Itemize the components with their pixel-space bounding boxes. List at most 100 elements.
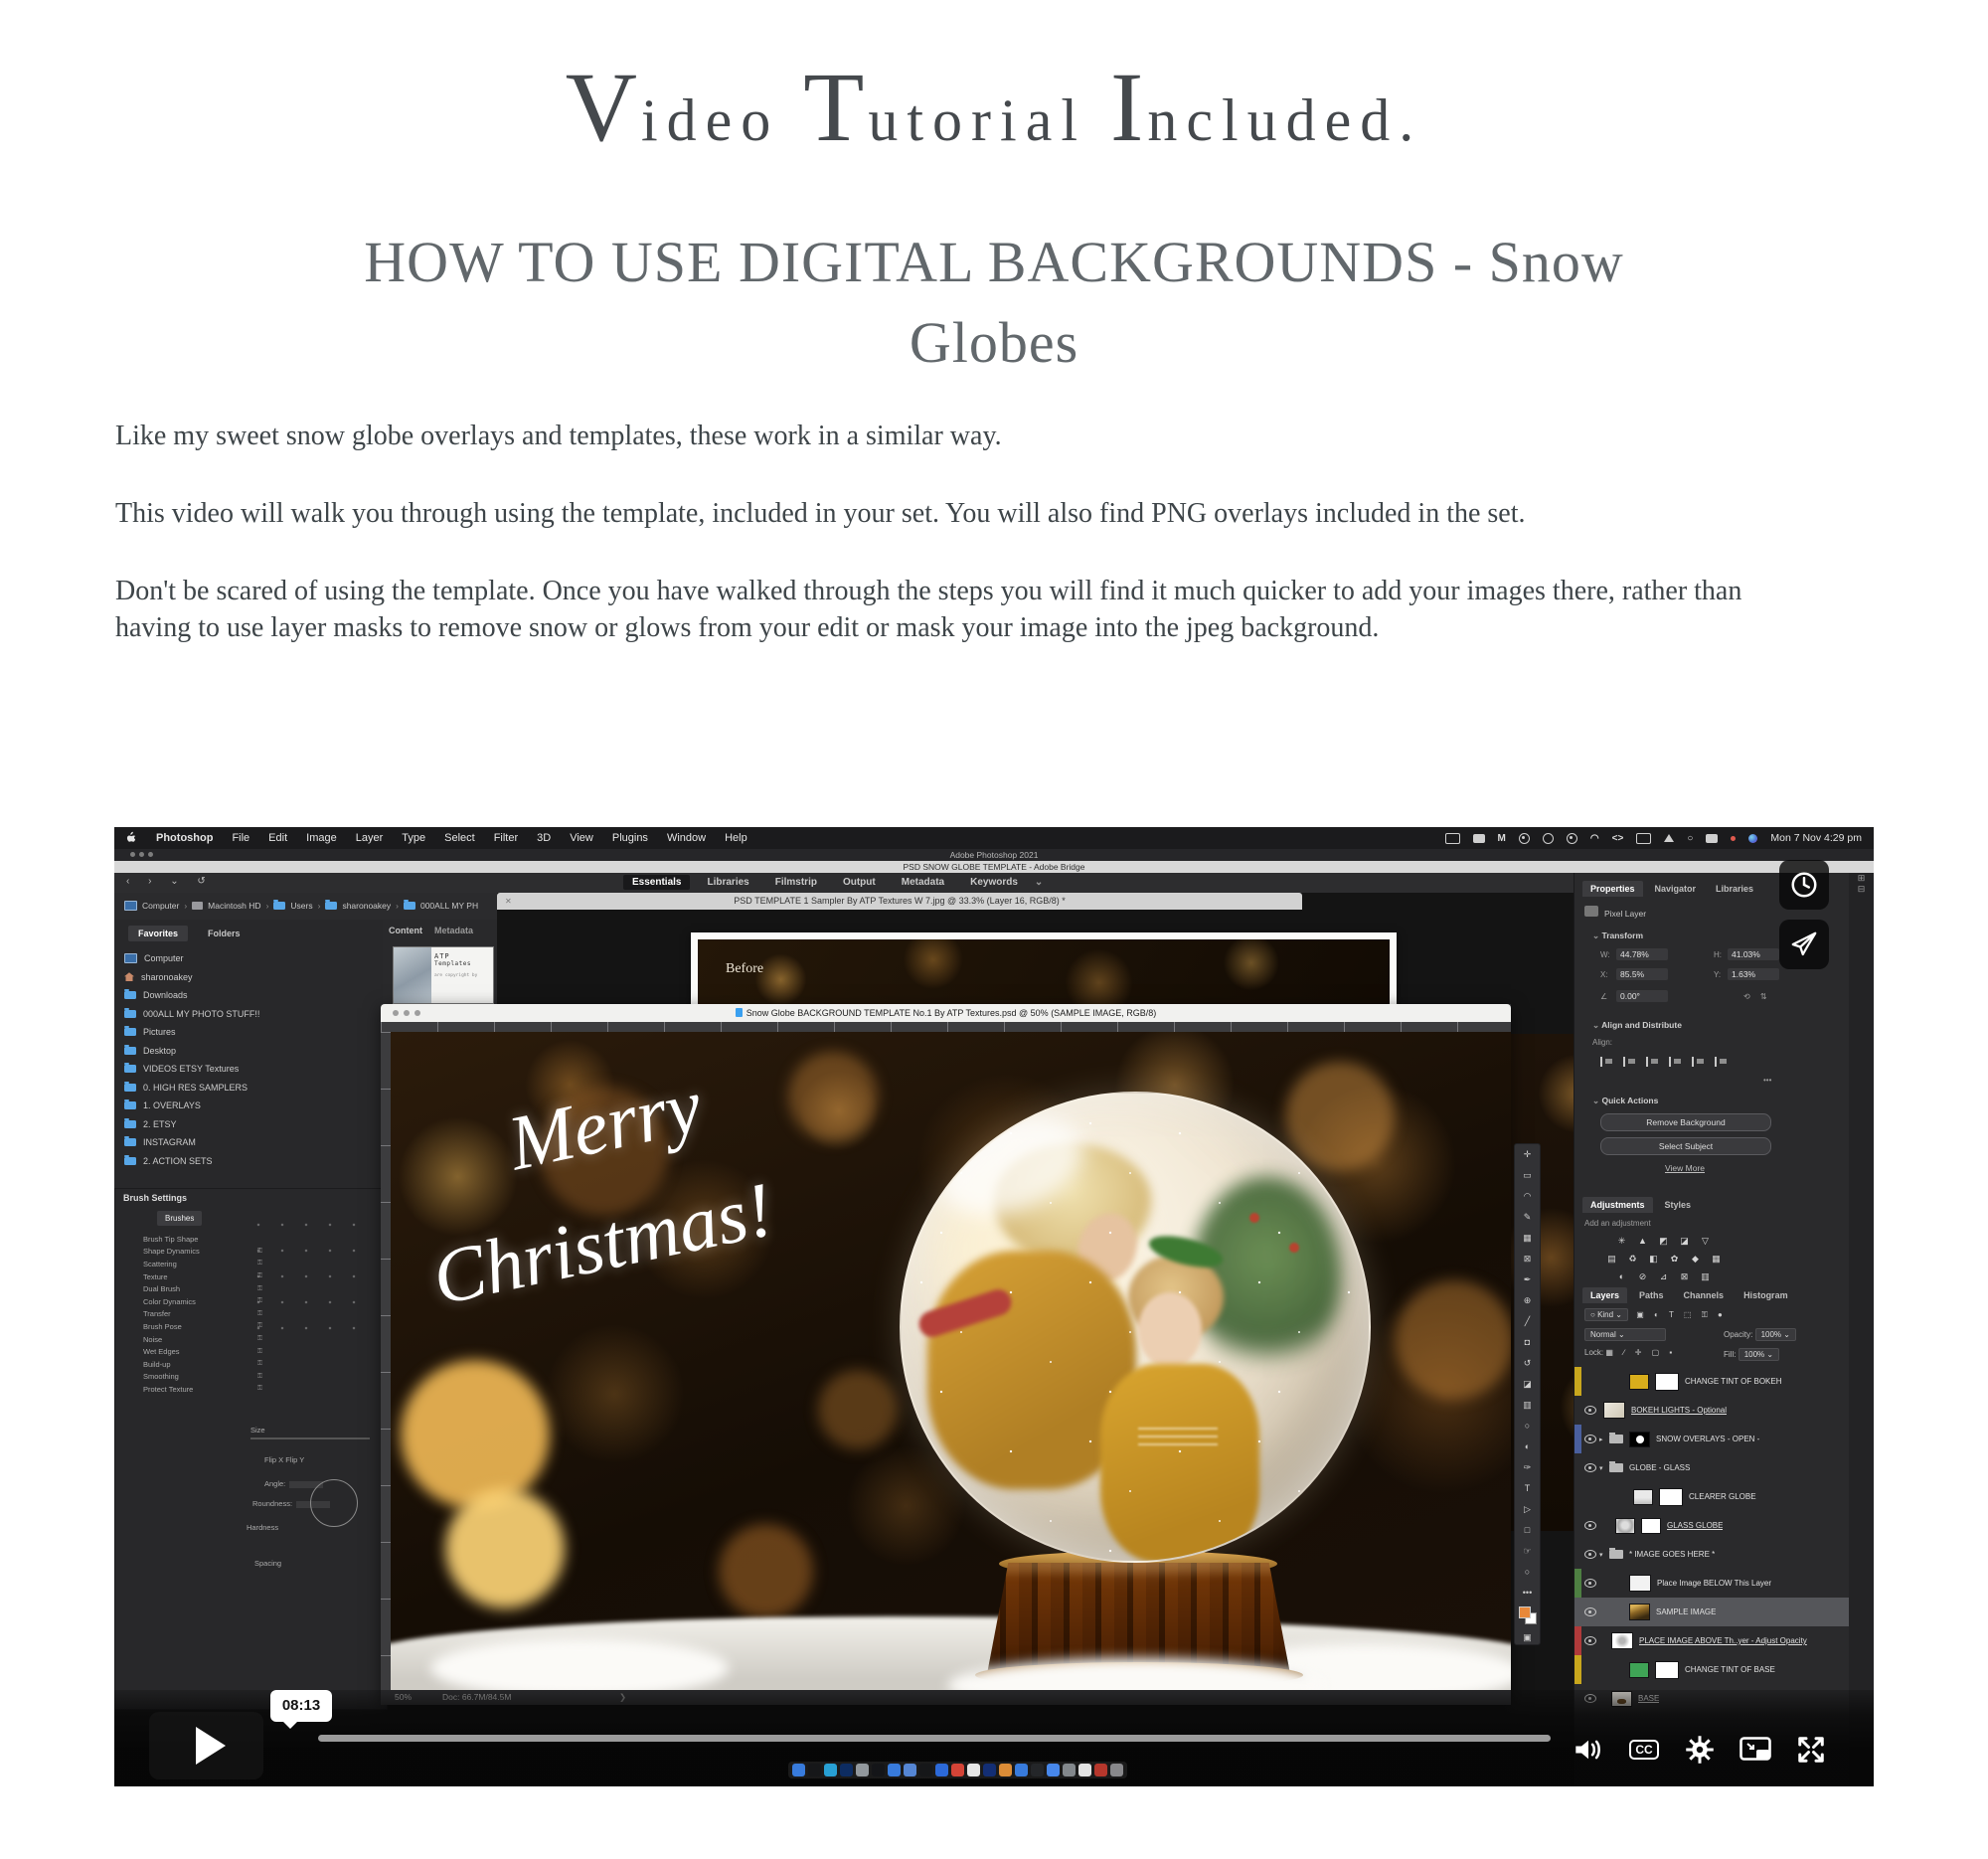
dock-app-icon[interactable]	[856, 1764, 869, 1776]
menu-item[interactable]: Plugins	[612, 832, 648, 844]
layer-row[interactable]: PLACE IMAGE ABOVE Th..yer - Adjust Opaci…	[1574, 1626, 1850, 1655]
visibility-eye-icon[interactable]	[1584, 1579, 1596, 1588]
document-window[interactable]: Snow Globe BACKGROUND TEMPLATE No.1 By A…	[381, 1004, 1511, 1705]
tab-adjustments[interactable]: Adjustments	[1582, 1197, 1653, 1213]
tab-content[interactable]: Content	[389, 926, 422, 935]
share-button[interactable]	[1779, 920, 1829, 969]
visibility-eye-icon[interactable]	[1584, 1435, 1596, 1443]
tab-keywords[interactable]: Keywords	[961, 875, 1027, 890]
visibility-eye-icon[interactable]	[1584, 1521, 1596, 1530]
dock-app-icon[interactable]	[999, 1764, 1012, 1776]
visibility-eye-icon[interactable]	[1584, 1406, 1596, 1415]
before-document-window[interactable]: Before	[691, 932, 1397, 1006]
sidebar-item-desktop[interactable]: Desktop	[124, 1042, 373, 1061]
path-select-tool[interactable]: ▷	[1515, 1499, 1540, 1520]
spotlight-search-icon[interactable]: ○	[1687, 833, 1693, 844]
sidebar-item-instagram[interactable]: INSTAGRAM	[124, 1133, 373, 1152]
visibility-eye-icon[interactable]	[1584, 1463, 1596, 1472]
align-buttons[interactable]	[1600, 1054, 1738, 1072]
user-switch-icon[interactable]	[1706, 834, 1718, 843]
eraser-tool[interactable]: ◪	[1515, 1374, 1540, 1395]
transform-section[interactable]: ⌄ Transform	[1592, 930, 1643, 941]
breadcrumb-item[interactable]: sharonoakey	[342, 901, 391, 911]
fullscreen-button[interactable]	[1790, 1732, 1832, 1768]
menu-item[interactable]: Filter	[494, 832, 518, 844]
sidebar-item-videos[interactable]: VIDEOS ETSY Textures	[124, 1060, 373, 1079]
blur-tool[interactable]: ○	[1515, 1416, 1540, 1436]
menu-item[interactable]: Image	[306, 832, 337, 844]
healing-tool[interactable]: ⊕	[1515, 1290, 1540, 1311]
sidebar-item-overlays[interactable]: 1. OVERLAYS	[124, 1097, 373, 1115]
menubar-clock[interactable]: Mon 7 Nov 4:29 pm	[1770, 832, 1862, 844]
sidebar-item-home[interactable]: sharonoakey	[124, 968, 373, 987]
select-subject-button[interactable]: Select Subject	[1600, 1137, 1771, 1155]
transform-angle[interactable]: 0.00°	[1616, 990, 1668, 1002]
adjustment-icons-row[interactable]: ▤♻◧✿◆▦	[1604, 1249, 1730, 1267]
menu-item[interactable]: Photoshop	[156, 832, 213, 844]
hand-tool[interactable]: ☞	[1515, 1541, 1540, 1562]
tab-libraries[interactable]: Libraries	[698, 875, 757, 890]
marquee-tool[interactable]: ▭	[1515, 1165, 1540, 1186]
layer-row[interactable]: Place Image BELOW This Layer	[1574, 1569, 1850, 1598]
tab-histogram[interactable]: Histogram	[1736, 1287, 1796, 1303]
breadcrumb-item[interactable]: Computer	[142, 901, 179, 911]
view-more-link[interactable]: View More	[1574, 1163, 1795, 1173]
gmail-icon[interactable]: M	[1498, 833, 1506, 844]
quick-mask-toggle[interactable]: ▣	[1515, 1627, 1540, 1648]
canvas-image[interactable]: Merry Christmas!	[391, 1032, 1511, 1690]
sidebar-item-etsy[interactable]: 2. ETSY	[124, 1115, 373, 1134]
dock-app-icon[interactable]	[1063, 1764, 1076, 1776]
close-icon[interactable]: ✕	[505, 893, 512, 910]
tab-metadata[interactable]: Metadata	[893, 875, 953, 890]
screen-mirror-icon[interactable]	[1445, 833, 1460, 844]
frame-tool[interactable]: ⊠	[1515, 1249, 1540, 1269]
dock-app-icon[interactable]	[1031, 1764, 1044, 1776]
dock-app-icon[interactable]	[967, 1764, 980, 1776]
align-section[interactable]: ⌄ Align and Distribute	[1592, 1020, 1682, 1031]
menu-item[interactable]: View	[570, 832, 593, 844]
tab-layers[interactable]: Layers	[1582, 1287, 1627, 1303]
pip-button[interactable]	[1735, 1732, 1776, 1768]
tab-channels[interactable]: Channels	[1676, 1287, 1733, 1303]
menu-item[interactable]: Help	[725, 832, 747, 844]
layer-row[interactable]: ▸ SNOW OVERLAYS - OPEN -	[1574, 1425, 1850, 1453]
tab-navigator[interactable]: Navigator	[1647, 881, 1705, 897]
menu-item[interactable]: 3D	[537, 832, 551, 844]
brush-roundness-preview[interactable]	[310, 1479, 358, 1527]
eject-icon[interactable]	[1664, 834, 1674, 842]
sidebar-item-action-sets[interactable]: 2. ACTION SETS	[124, 1152, 373, 1171]
layer-row[interactable]: GLASS GLOBE	[1574, 1511, 1850, 1540]
bluetooth-icon[interactable]	[1543, 833, 1554, 844]
color-swatches[interactable]	[1515, 1604, 1540, 1627]
crop-tool[interactable]: ▦	[1515, 1228, 1540, 1249]
history-brush-tool[interactable]: ↺	[1515, 1353, 1540, 1374]
brushes-button[interactable]: Brushes	[157, 1211, 202, 1226]
tab-metadata-2[interactable]: Metadata	[434, 926, 473, 935]
transform-w[interactable]: 44.78%	[1616, 948, 1668, 960]
gradient-tool[interactable]: ▥	[1515, 1395, 1540, 1416]
captions-button[interactable]: CC	[1623, 1732, 1665, 1768]
layer-row-selected[interactable]: SAMPLE IMAGE	[1574, 1598, 1850, 1626]
tab-filmstrip[interactable]: Filmstrip	[766, 875, 826, 890]
layer-row[interactable]: ▾ GLOBE - GLASS	[1574, 1453, 1850, 1482]
dock-app-icon[interactable]	[872, 1764, 885, 1776]
dock-app-icon[interactable]	[1047, 1764, 1060, 1776]
blend-mode-select[interactable]: Normal ⌄	[1584, 1328, 1666, 1341]
document-titlebar[interactable]: Snow Globe BACKGROUND TEMPLATE No.1 By A…	[381, 1004, 1511, 1022]
layer-row[interactable]: CHANGE TINT OF BASE	[1574, 1655, 1850, 1684]
dock-app-icon[interactable]	[951, 1764, 964, 1776]
menu-item[interactable]: Type	[402, 832, 425, 844]
dock-app-icon[interactable]	[824, 1764, 837, 1776]
type-tool[interactable]: T	[1515, 1478, 1540, 1499]
eyedropper-tool[interactable]: ✒	[1515, 1269, 1540, 1290]
menu-item[interactable]: Window	[667, 832, 706, 844]
calendar-icon[interactable]	[1636, 833, 1651, 844]
thumbnail-card[interactable]: ATP Templates are copyright by	[393, 946, 494, 1004]
breadcrumb-item[interactable]: Macintosh HD	[208, 901, 260, 911]
quick-select-tool[interactable]: ✎	[1515, 1207, 1540, 1228]
transform-h[interactable]: 41.03%	[1728, 948, 1779, 960]
dodge-tool[interactable]: ◐	[1515, 1436, 1540, 1457]
layer-filter[interactable]: ○ Kind ⌄ ▣ ◐ T ⬚ ⚿ ●	[1584, 1308, 1727, 1321]
layer-row[interactable]: BOKEH LIGHTS - Optional	[1574, 1396, 1850, 1425]
tab-essentials[interactable]: Essentials	[623, 875, 690, 890]
